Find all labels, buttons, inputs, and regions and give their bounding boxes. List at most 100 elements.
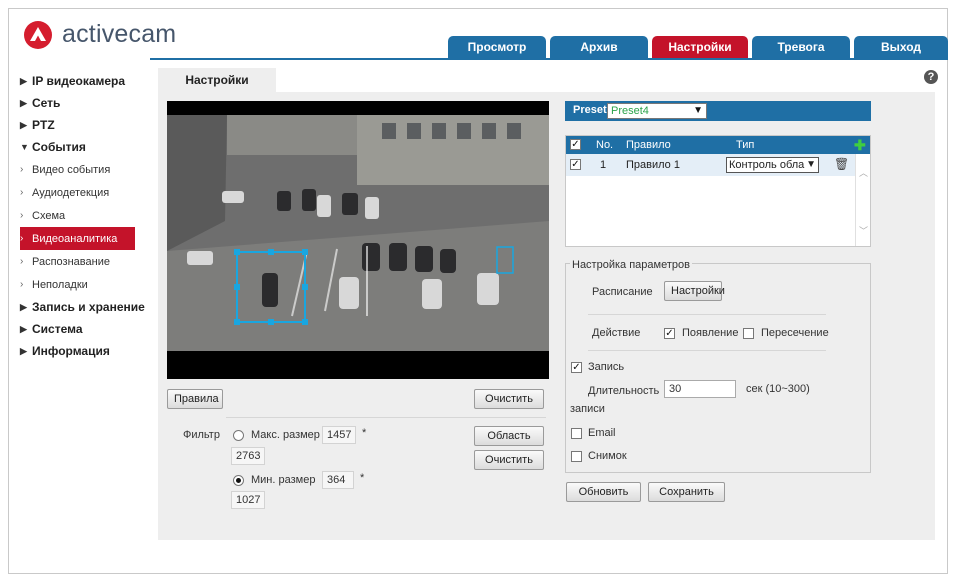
nav-divider [150, 58, 948, 60]
delete-rule-icon[interactable]: 🗑 [834, 157, 849, 171]
activecam-logo-icon [24, 20, 52, 49]
min-width-input[interactable]: 364 [322, 471, 354, 489]
record-checkbox[interactable]: ✓ [571, 362, 582, 373]
tab-settings[interactable]: Настройки [652, 36, 748, 58]
row-rule-name: Правило 1 [626, 159, 680, 171]
logo: activecam [24, 20, 176, 49]
sidebar-subitem-audio-detection[interactable]: › Аудиодетекция [20, 181, 155, 204]
scroll-up-icon[interactable]: ︿ [859, 166, 868, 179]
parameters-legend: Настройка параметров [570, 259, 692, 271]
sidebar-item-network[interactable]: ▶ Сеть [20, 92, 155, 114]
max-size-radio[interactable] [233, 430, 244, 441]
sidebar: ▶ IP видеокамера ▶ Сеть ▶ PTZ ▼ События › Вид… [20, 70, 155, 362]
tab-live-view[interactable]: Просмотр [448, 36, 546, 58]
select-all-checkbox[interactable]: ✓ [570, 139, 581, 150]
action-label: Действие [592, 327, 641, 339]
tab-alarm[interactable]: Тревога [752, 36, 850, 58]
preset-label: Preset [573, 104, 607, 116]
sidebar-subitem-video-events[interactable]: › Видео события [20, 158, 155, 181]
duration-label-2: записи [570, 403, 605, 415]
schedule-label: Расписание [592, 286, 653, 298]
triangle-right-icon: ▶ [20, 119, 27, 130]
rule-type-select[interactable]: Контроль обла ▼ [726, 157, 819, 173]
rules-table: ✓ No. Правило Тип ✚ ✓ 1 Правило 1 Контро… [565, 135, 871, 247]
times-sign: * [362, 427, 367, 439]
sidebar-item-ip-camera[interactable]: ▶ IP видеокамера [20, 70, 155, 92]
separator [588, 314, 826, 315]
preset-bar: Preset Preset4 ▼ [565, 101, 871, 121]
sidebar-item-system[interactable]: ▶ Система [20, 318, 155, 340]
snapshot-checkbox[interactable] [571, 451, 582, 462]
sidebar-item-events[interactable]: ▼ События [20, 136, 155, 158]
times-sign: * [360, 472, 365, 484]
triangle-right-icon: ▶ [20, 301, 27, 312]
chevron-right-icon: › [20, 187, 24, 198]
triangle-down-icon: ▼ [20, 142, 29, 152]
rules-button[interactable]: Правила [167, 389, 223, 409]
chevron-down-icon: ▼ [806, 159, 816, 170]
camera-scene-image [167, 101, 549, 379]
appearance-label: Появление [682, 327, 739, 339]
chevron-right-icon: › [20, 256, 24, 267]
snapshot-label: Снимок [588, 450, 627, 462]
col-no: No. [596, 139, 614, 151]
clear-button[interactable]: Очистить [474, 389, 544, 409]
tab-archive[interactable]: Архив [550, 36, 648, 58]
crossing-label: Пересечение [761, 327, 829, 339]
separator [226, 417, 546, 418]
schedule-settings-button[interactable]: Настройки [664, 281, 725, 301]
sidebar-subitem-scheme[interactable]: › Схема [20, 204, 155, 227]
appearance-checkbox[interactable]: ✓ [664, 328, 675, 339]
triangle-right-icon: ▶ [20, 75, 27, 86]
area-button[interactable]: Область [474, 426, 544, 446]
rules-scrollbar[interactable]: ︿ ﹀ [855, 154, 870, 246]
table-row[interactable]: ✓ 1 Правило 1 Контроль обла ▼ 🗑 [566, 154, 856, 176]
triangle-right-icon: ▶ [20, 97, 27, 108]
col-rule: Правило [626, 139, 671, 151]
chevron-right-icon: › [20, 210, 24, 221]
page-tab-settings[interactable]: Настройки [158, 68, 276, 92]
sidebar-subitem-video-analytics[interactable]: › Видеоаналитика [20, 227, 135, 250]
email-label: Email [588, 427, 616, 439]
video-preview[interactable] [167, 101, 549, 379]
sidebar-subitem-faults[interactable]: › Неполадки [20, 273, 155, 296]
scroll-down-icon[interactable]: ﹀ [859, 224, 868, 237]
sidebar-subitem-recognition[interactable]: › Распознавание [20, 250, 155, 273]
sidebar-item-ptz[interactable]: ▶ PTZ [20, 114, 155, 136]
min-size-radio[interactable] [233, 475, 244, 486]
min-size-label: Мин. размер [251, 474, 316, 486]
sidebar-item-recording-storage[interactable]: ▶ Запись и хранение [20, 296, 155, 318]
max-width-input[interactable]: 1457 [322, 426, 356, 444]
brand-name: activecam [62, 20, 177, 48]
email-checkbox[interactable] [571, 428, 582, 439]
max-height-input[interactable]: 2763 [231, 447, 265, 465]
row-checkbox[interactable]: ✓ [570, 159, 581, 170]
update-button[interactable]: Обновить [566, 482, 641, 502]
chevron-right-icon: › [20, 233, 24, 244]
filter-label: Фильтр [183, 429, 220, 441]
duration-label: Длительность [588, 385, 660, 397]
clear-button[interactable]: Очистить [474, 450, 544, 470]
top-navigation: Просмотр Архив Настройки Тревога Выход [448, 36, 952, 58]
rules-table-header: ✓ No. Правило Тип ✚ [566, 136, 870, 154]
crossing-checkbox[interactable] [743, 328, 754, 339]
col-type: Тип [736, 139, 755, 151]
triangle-right-icon: ▶ [20, 323, 27, 334]
record-label: Запись [588, 361, 625, 373]
triangle-right-icon: ▶ [20, 345, 27, 356]
save-button[interactable]: Сохранить [648, 482, 725, 502]
preset-select[interactable]: Preset4 ▼ [607, 103, 707, 119]
tab-logout[interactable]: Выход [854, 36, 948, 58]
separator [588, 350, 826, 351]
chevron-right-icon: › [20, 164, 24, 175]
min-height-input[interactable]: 1027 [231, 491, 265, 509]
row-number: 1 [600, 159, 607, 171]
duration-unit: сек (10~300) [746, 383, 810, 395]
add-rule-icon[interactable]: ✚ [854, 137, 866, 154]
duration-input[interactable]: 30 [664, 380, 736, 398]
help-icon[interactable]: ? [924, 70, 938, 84]
max-size-label: Макс. размер [251, 429, 320, 441]
chevron-right-icon: › [20, 279, 24, 290]
chevron-down-icon: ▼ [693, 105, 703, 116]
sidebar-item-information[interactable]: ▶ Информация [20, 340, 155, 362]
